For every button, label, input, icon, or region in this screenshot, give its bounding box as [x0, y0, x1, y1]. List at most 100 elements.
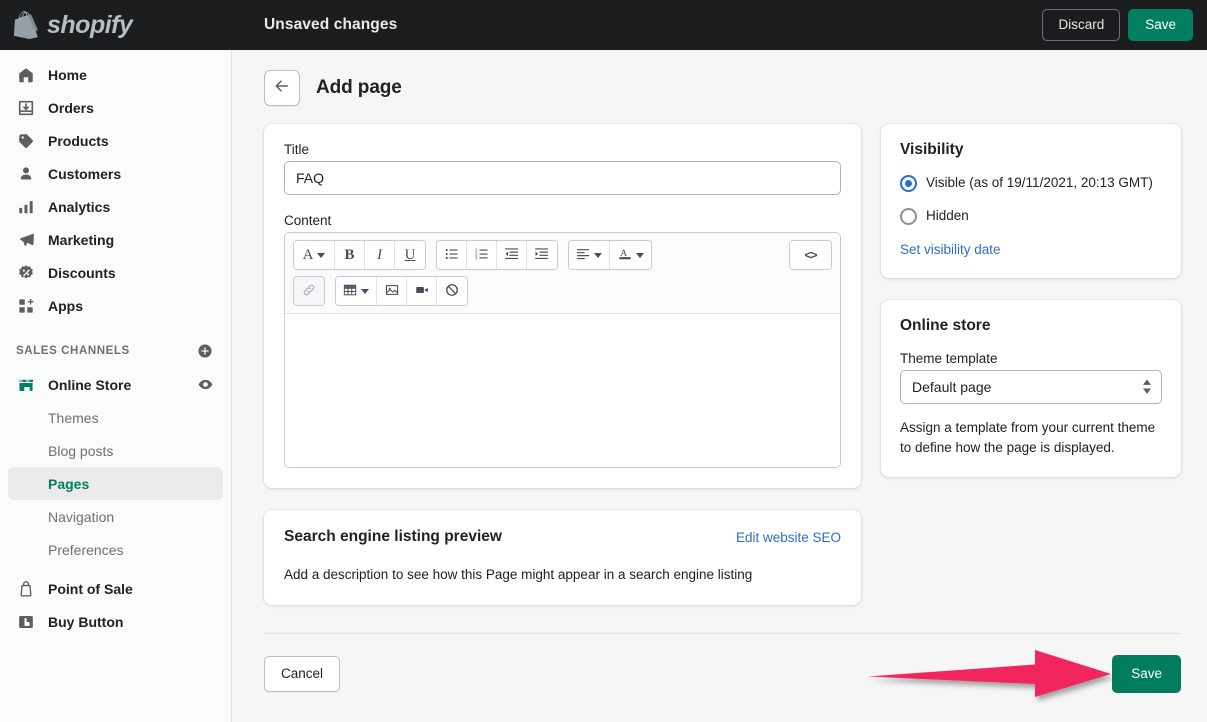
bold-B-icon: B [344, 247, 354, 264]
sidebar-item-discounts[interactable]: Discounts [8, 256, 223, 289]
eye-view-icon[interactable] [195, 375, 215, 395]
sidebar-item-label: Point of Sale [48, 582, 133, 596]
sidebar-item-customers[interactable]: Customers [8, 157, 223, 190]
discount-badge-icon [16, 263, 36, 283]
chevron-down-icon [636, 253, 644, 258]
sidebar-sub-label: Pages [48, 477, 89, 491]
orders-inbox-icon [16, 98, 36, 118]
form-footer-actions: Cancel Save [264, 653, 1181, 695]
sidebar-item-label: Products [48, 134, 109, 148]
no-formatting-icon [445, 283, 459, 300]
insert-link-button[interactable] [294, 277, 324, 305]
online-store-card: Online store Theme template Default page… [881, 300, 1181, 476]
back-button[interactable] [264, 70, 300, 106]
insert-video-button[interactable] [407, 277, 437, 305]
top-bar-actions: Discard Save [1042, 9, 1207, 41]
content-editor-body[interactable] [285, 314, 840, 467]
clear-formatting-button[interactable] [437, 277, 467, 305]
chevron-down-icon [317, 253, 325, 258]
sidebar-item-home[interactable]: Home [8, 58, 223, 91]
html-code-button[interactable]: <> [790, 241, 831, 269]
set-visibility-date-link[interactable]: Set visibility date [900, 242, 1001, 257]
visibility-option-hidden[interactable]: Hidden [900, 207, 1162, 225]
align-color-group: A [568, 240, 652, 270]
page-title: Add page [316, 77, 402, 99]
sidebar-item-online-store[interactable]: Online Store [8, 368, 223, 401]
save-button-top[interactable]: Save [1128, 9, 1193, 41]
insert-media-group [335, 276, 468, 306]
theme-template-select[interactable]: Default page [900, 370, 1162, 404]
outdent-button[interactable] [497, 241, 527, 269]
content-field-label: Content [284, 213, 841, 228]
html-code-group: <> [789, 240, 832, 270]
list-bullet-icon [445, 247, 459, 264]
bulleted-list-button[interactable] [437, 241, 467, 269]
sidebar-sub-label: Themes [48, 411, 99, 425]
insert-image-button[interactable] [377, 277, 407, 305]
seo-card-header: Search engine listing preview Edit websi… [284, 528, 841, 546]
discard-button[interactable]: Discard [1042, 9, 1120, 41]
italic-button[interactable]: I [365, 241, 395, 269]
insert-table-button[interactable] [336, 277, 377, 305]
radio-visible-icon[interactable] [900, 175, 917, 192]
chevron-down-icon [594, 253, 602, 258]
title-field-label: Title [284, 142, 841, 157]
visibility-option-label: Visible (as of 19/11/2021, 20:13 GMT) [926, 174, 1153, 192]
sidebar-item-label: Customers [48, 167, 121, 181]
shopify-brand[interactable]: shopify [0, 0, 232, 50]
text-color-icon: A [618, 246, 632, 264]
font-style-button[interactable]: A [294, 241, 335, 269]
sidebar-sub-label: Navigation [48, 510, 114, 524]
sidebar-item-marketing[interactable]: Marketing [8, 223, 223, 256]
title-input[interactable] [284, 161, 841, 195]
marketing-megaphone-icon [16, 230, 36, 250]
apps-grid-plus-icon [16, 296, 36, 316]
numbered-list-button[interactable]: 123 [467, 241, 497, 269]
sidebar-item-navigation[interactable]: Navigation [8, 500, 223, 533]
sidebar-item-label: Buy Button [48, 615, 123, 629]
content-rich-text-editor: A B I [284, 232, 841, 468]
underline-button[interactable]: U [395, 241, 425, 269]
list-number-icon: 123 [475, 247, 489, 264]
editor-toolbar-row-2 [293, 276, 832, 306]
seo-preview-card: Search engine listing preview Edit websi… [264, 510, 861, 605]
right-column: Visibility Visible (as of 19/11/2021, 20… [881, 124, 1181, 477]
text-format-group: A B I [293, 240, 426, 270]
seo-card-title: Search engine listing preview [284, 528, 502, 546]
seo-card-body-text: Add a description to see how this Page m… [284, 566, 841, 585]
sidebar-item-label: Orders [48, 101, 94, 115]
sidebar-item-pages[interactable]: Pages [8, 467, 223, 500]
arrow-left-icon [273, 77, 291, 100]
sidebar-item-orders[interactable]: Orders [8, 91, 223, 124]
sidebar-item-label: Discounts [48, 266, 116, 280]
visibility-option-visible[interactable]: Visible (as of 19/11/2021, 20:13 GMT) [900, 174, 1162, 192]
shopify-admin-window: shopify Unsaved changes Discard Save Hom… [0, 0, 1207, 722]
sidebar-item-label: Analytics [48, 200, 110, 214]
sidebar-item-themes[interactable]: Themes [8, 401, 223, 434]
radio-hidden-icon[interactable] [900, 208, 917, 225]
top-bar: shopify Unsaved changes Discard Save [0, 0, 1207, 50]
left-column: Title Content A [264, 124, 861, 605]
edit-website-seo-link[interactable]: Edit website SEO [736, 530, 841, 545]
outdent-icon [505, 247, 519, 264]
sidebar-item-products[interactable]: Products [8, 124, 223, 157]
visibility-card: Visibility Visible (as of 19/11/2021, 20… [881, 124, 1181, 278]
sidebar-item-analytics[interactable]: Analytics [8, 190, 223, 223]
text-color-button[interactable]: A [610, 241, 651, 269]
code-brackets-icon: <> [804, 248, 816, 262]
indent-button[interactable] [527, 241, 557, 269]
sidebar-item-blog-posts[interactable]: Blog posts [8, 434, 223, 467]
sidebar-item-preferences[interactable]: Preferences [8, 533, 223, 566]
plus-circle-icon[interactable] [195, 341, 215, 361]
sidebar-item-apps[interactable]: Apps [8, 289, 223, 322]
save-button-bottom[interactable]: Save [1112, 655, 1181, 693]
align-button[interactable] [569, 241, 610, 269]
storefront-icon [16, 375, 36, 395]
cancel-button[interactable]: Cancel [264, 656, 340, 692]
sidebar-item-point-of-sale[interactable]: Point of Sale [8, 572, 223, 605]
bold-button[interactable]: B [335, 241, 365, 269]
sidebar-item-buy-button[interactable]: Buy Button [8, 605, 223, 638]
sidebar-item-label: Marketing [48, 233, 114, 247]
sidebar-item-label: Home [48, 68, 87, 82]
sidebar-item-label: Apps [48, 299, 83, 313]
